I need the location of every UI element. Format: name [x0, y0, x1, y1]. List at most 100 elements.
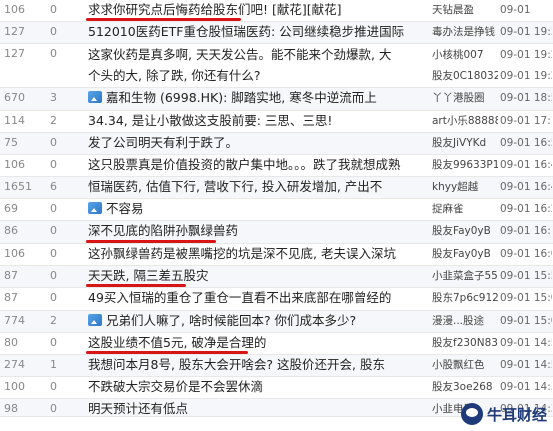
post-title-link[interactable]: 512010医药ETF重仓股恒瑞医药: 公司继续稳步推进国际: [88, 22, 404, 42]
list-item[interactable]: 127 0 这家伙药是真多啊, 天天发公告。能不能来个劲爆款, 大 小核桃007 09-…: [0, 44, 553, 88]
post-title-link[interactable]: 深不见底的陷阱孙飘绿兽药: [88, 221, 238, 241]
view-count: 127: [4, 47, 25, 60]
post-title-link[interactable]: 求求你研究点后悔药给股东们吧! [献花][献花]: [88, 0, 342, 20]
post-date: 09-01 16:43: [500, 181, 552, 193]
view-count: 86: [4, 224, 18, 237]
comment-count: 0: [50, 224, 57, 237]
author-link[interactable]: art小乐88888: [432, 111, 498, 131]
comment-count: 3: [50, 91, 57, 104]
red-underline-mark: [86, 18, 241, 21]
post-date: 09-01 16:45: [500, 159, 552, 171]
comment-count: 0: [50, 291, 57, 304]
view-count: 75: [4, 136, 18, 149]
post-title-link[interactable]: 这股业绩不值5元, 破净是合理的: [88, 333, 266, 353]
list-item[interactable]: 670 3 嘉和生物 (6998.HK): 脚踏实地, 寒冬中逆流而上 丫丫港股圈 09…: [0, 88, 553, 111]
list-item[interactable]: 127 0 512010医药ETF重仓股恒瑞医药: 公司继续稳步推进国际 毒办法是挣钱…: [0, 22, 553, 44]
list-item[interactable]: 274 1 我想问本月8号, 股东大会开啥会? 这股价还开会, 股东 小股飘红色 09-…: [0, 355, 553, 377]
view-count: 69: [4, 202, 18, 215]
comment-count: 0: [50, 136, 57, 149]
post-title-link[interactable]: 个头的大, 除了跌, 你还有什么?: [88, 66, 261, 86]
post-title-link[interactable]: 49买入恒瑞的重仓了重仓一直看不出来底部在哪曾经的: [88, 288, 391, 308]
post-date: 09-01 15:01: [500, 315, 552, 327]
author-link[interactable]: 股东7p6c912773: [432, 288, 498, 308]
view-count: 114: [4, 114, 25, 127]
author-link[interactable]: 天钻晨盈: [432, 0, 498, 20]
list-item[interactable]: 87 0 天天跌, 隔三差五股灾 小韭菜盒子5509-01 15:53: [0, 266, 553, 288]
comment-count: 0: [50, 269, 57, 282]
author-link[interactable]: 捉麻雀: [432, 199, 498, 219]
red-underline-mark: [86, 351, 248, 354]
post-title-link[interactable]: 明天预计还有低点: [88, 399, 188, 419]
comment-count: 0: [50, 202, 57, 215]
list-item[interactable]: 114 2 34.34, 是让小散做这支股前要: 三思、三思! art小乐88888 0…: [0, 111, 553, 133]
author-link[interactable]: 股友99633P1E73: [432, 155, 498, 175]
view-count: 98: [4, 402, 18, 415]
view-count: 87: [4, 291, 18, 304]
post-title-wrap[interactable]: 嘉和生物 (6998.HK): 脚踏实地, 寒冬中逆流而上: [88, 88, 377, 108]
post-title-link[interactable]: 发了公司明天有利于跌了。: [88, 133, 238, 153]
post-title-link[interactable]: 这家伙药是真多啊, 天天发公告。能不能来个劲爆款, 大: [88, 45, 391, 65]
post-title-link[interactable]: 兄弟们人嘛了, 啥时候能回本? 你们成本多少?: [106, 313, 356, 328]
comment-count: 0: [50, 380, 57, 393]
comment-count: 2: [50, 314, 57, 327]
comment-count: 0: [50, 336, 57, 349]
view-count: 774: [4, 314, 25, 327]
author-link[interactable]: 小股飘红色: [432, 355, 498, 375]
post-date: 09-01 18:51: [500, 92, 552, 104]
post-title-link[interactable]: 不跌破大宗交易价是不会罢休滴: [88, 377, 263, 397]
post-date: 09-01 14:39: [500, 381, 552, 393]
post-date: 09-01 19:29: [500, 49, 552, 61]
post-title-link[interactable]: 这孙飘绿兽药是被黑嘴挖的坑是深不见底, 老夫误入深坑: [88, 244, 396, 264]
wechat-icon: [460, 403, 483, 425]
comment-count: 0: [50, 402, 57, 415]
post-title-link[interactable]: 我想问本月8号, 股东大会开啥会? 这股价还开会, 股东: [88, 355, 385, 375]
list-item[interactable]: 75 0 发了公司明天有利于跌了。 股友JiVYKd09-01 16:59: [0, 133, 553, 155]
post-date: 09-01 16:20: [500, 203, 552, 215]
list-item[interactable]: 106 0 这孙飘绿兽药是被黑嘴挖的坑是深不见底, 老夫误入深坑 股友Fay0yB 09…: [0, 244, 553, 266]
view-count: 87: [4, 269, 18, 282]
watermark-label: 牛耳财经: [486, 405, 547, 424]
list-item[interactable]: 86 0 深不见底的陷阱孙飘绿兽药 股友Fay0yB09-01 16:12: [0, 221, 553, 244]
post-date: 09-01 17:17: [500, 115, 552, 127]
view-count: 1651: [4, 180, 32, 193]
view-count: 100: [4, 380, 25, 393]
post-date: 09-01 16:12: [500, 225, 552, 237]
author-link[interactable]: 股友f230N83990: [432, 333, 498, 353]
post-title-link[interactable]: 这只股票真是价值投资的散户集中地。。。跌了我就想成熟: [88, 155, 401, 175]
author-link[interactable]: 漫漫...股途: [432, 311, 498, 331]
post-title-wrap[interactable]: 不容易: [88, 199, 144, 219]
author-link[interactable]: 股友0C18032L90: [432, 66, 498, 86]
list-item[interactable]: 106 0 求求你研究点后悔药给股东们吧! [献花][献花] 天钻晨盈 09-01: [0, 0, 553, 22]
view-count: 106: [4, 3, 25, 16]
author-link[interactable]: 股友JiVYKd: [432, 133, 498, 153]
author-link[interactable]: 股友Fay0yB: [432, 221, 498, 241]
post-date: 09-01 19:23: [500, 70, 552, 82]
view-count: 127: [4, 25, 25, 38]
list-item[interactable]: 100 0 不跌破大宗交易价是不会罢休滴 股友3oe26809-01 14:39: [0, 377, 553, 399]
list-item[interactable]: 1651 6 恒瑞医药, 估值下行, 营收下行, 投入研发增加, 产出不 khyy超越…: [0, 177, 553, 199]
author-link[interactable]: 小核桃007: [432, 45, 498, 65]
list-item[interactable]: 87 0 49买入恒瑞的重仓了重仓一直看不出来底部在哪曾经的 股东7p6c912773…: [0, 288, 553, 311]
author-link[interactable]: khyy超越: [432, 177, 498, 197]
list-item[interactable]: 774 2 兄弟们人嘛了, 啥时候能回本? 你们成本多少? 漫漫...股途 09-01 …: [0, 311, 553, 333]
author-link[interactable]: 股友Fay0yB: [432, 244, 498, 264]
post-title-link[interactable]: 天天跌, 隔三差五股灾: [88, 266, 208, 286]
author-link[interactable]: 股友3oe268: [432, 377, 498, 397]
post-date: 09-01 16:59: [500, 137, 552, 149]
red-underline-mark: [86, 240, 216, 243]
comment-count: 2: [50, 114, 57, 127]
image-icon: [88, 91, 102, 103]
post-title-wrap[interactable]: 兄弟们人嘛了, 啥时候能回本? 你们成本多少?: [88, 311, 356, 331]
comment-count: 0: [50, 47, 57, 60]
list-item[interactable]: 80 0 这股业绩不值5元, 破净是合理的 股友f230N8399009-01 14:…: [0, 333, 553, 355]
post-title-link[interactable]: 34.34, 是让小散做这支股前要: 三思、三思!: [88, 111, 332, 131]
post-title-link[interactable]: 恒瑞医药, 估值下行, 营收下行, 投入研发增加, 产出不: [88, 177, 382, 197]
post-title-link[interactable]: 嘉和生物 (6998.HK): 脚踏实地, 寒冬中逆流而上: [106, 90, 377, 105]
list-item[interactable]: 106 0 这只股票真是价值投资的散户集中地。。。跌了我就想成熟 股友99633P1E…: [0, 155, 553, 177]
view-count: 670: [4, 91, 25, 104]
author-link[interactable]: 毒办法是挣钱: [432, 22, 498, 42]
list-item[interactable]: 69 0 不容易 捉麻雀09-01 16:20: [0, 199, 553, 221]
author-link[interactable]: 小韭菜盒子55: [432, 266, 498, 286]
author-link[interactable]: 丫丫港股圈: [432, 88, 498, 108]
post-title-link[interactable]: 不容易: [106, 201, 144, 216]
